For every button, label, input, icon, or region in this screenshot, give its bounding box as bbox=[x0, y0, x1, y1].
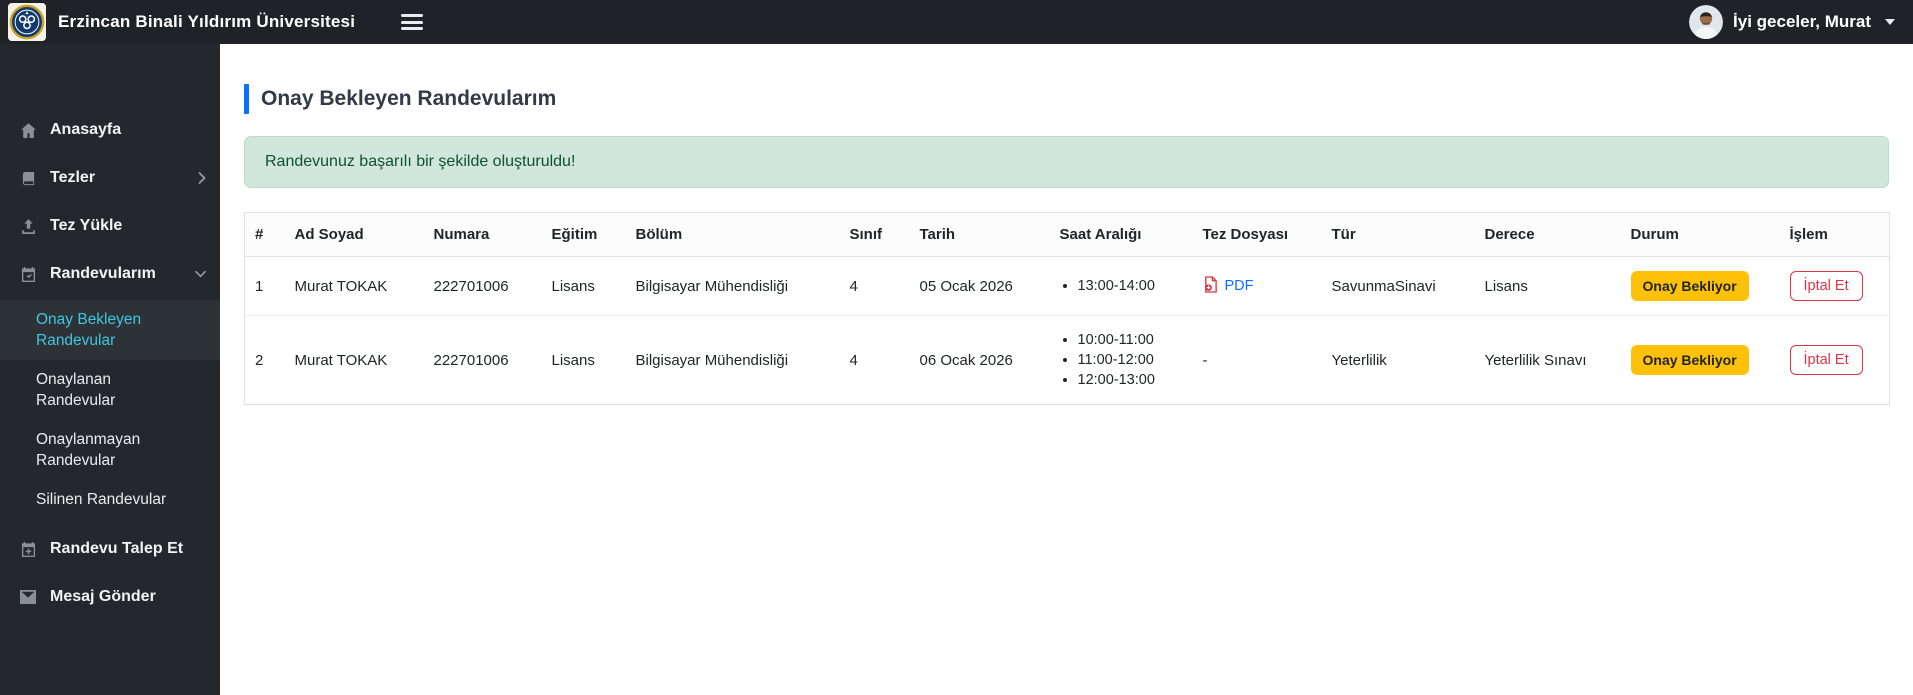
university-logo-icon bbox=[8, 3, 46, 41]
time-slot: 12:00-13:00 bbox=[1078, 370, 1183, 390]
sidebar-item-label: Tez Yükle bbox=[50, 217, 123, 234]
column-header: Ad Soyad bbox=[284, 212, 424, 257]
cell-date: 05 Ocak 2026 bbox=[909, 256, 1050, 316]
sidebar-item-onaylanan-randevular[interactable]: Onaylanan Randevular bbox=[0, 360, 220, 420]
cell-action: İptal Et bbox=[1779, 256, 1890, 316]
time-slot: 11:00-12:00 bbox=[1078, 350, 1183, 370]
cell-index: 2 bbox=[244, 315, 285, 405]
cell-thesis-file: PDF bbox=[1192, 256, 1322, 316]
submenu-randevularim: Onay Bekleyen Randevular Onaylanan Randev… bbox=[0, 298, 220, 525]
cell-class: 4 bbox=[839, 315, 910, 405]
cell-education: Lisans bbox=[541, 256, 626, 316]
sidebar-item-silinen-randevular[interactable]: Silinen Randevular bbox=[0, 480, 220, 519]
column-header: Derece bbox=[1474, 212, 1621, 257]
time-slot: 13:00-14:00 bbox=[1078, 276, 1183, 296]
status-badge: Onay Bekliyor bbox=[1630, 271, 1749, 301]
cell-department: Bilgisayar Mühendisliği bbox=[625, 315, 840, 405]
table-row: 2 Murat TOKAK 222701006 Lisans Bilgisayar Mü… bbox=[244, 315, 1890, 405]
brand-link[interactable]: Erzincan Binali Yıldırım Üniversitesi bbox=[8, 3, 355, 41]
cell-number: 222701006 bbox=[423, 315, 542, 405]
sidebar-item-onay-bekleyen-randevular[interactable]: Onay Bekleyen Randevular bbox=[0, 300, 220, 360]
cell-time-slots: 10:00-11:0011:00-12:0012:00-13:00 bbox=[1049, 315, 1193, 405]
cell-number: 222701006 bbox=[423, 256, 542, 316]
cell-name: Murat TOKAK bbox=[284, 315, 424, 405]
avatar bbox=[1689, 5, 1724, 39]
cell-degree: Lisans bbox=[1474, 256, 1621, 316]
column-header: Sınıf bbox=[839, 212, 910, 257]
cell-index: 1 bbox=[244, 256, 285, 316]
cell-name: Murat TOKAK bbox=[284, 256, 424, 316]
upload-icon bbox=[18, 218, 38, 235]
success-alert: Randevunuz başarılı bir şekilde oluşturu… bbox=[244, 136, 1889, 188]
cell-type: SavunmaSinavi bbox=[1321, 256, 1475, 316]
status-badge: Onay Bekliyor bbox=[1630, 345, 1749, 375]
column-header: Tür bbox=[1321, 212, 1475, 257]
sidebar-item-tez-yukle[interactable]: Tez Yükle bbox=[0, 202, 220, 250]
home-icon bbox=[18, 122, 38, 139]
time-slot-list: 13:00-14:00 bbox=[1060, 276, 1183, 296]
envelope-icon bbox=[18, 590, 38, 604]
column-header: İşlem bbox=[1779, 212, 1890, 257]
sidebar-item-mesaj-gonder[interactable]: Mesaj Gönder bbox=[0, 573, 220, 621]
column-header: Durum bbox=[1620, 212, 1780, 257]
column-header: Tarih bbox=[909, 212, 1050, 257]
cell-department: Bilgisayar Mühendisliği bbox=[625, 256, 840, 316]
sidebar-item-label: Anasayfa bbox=[50, 121, 122, 138]
sidebar-item-label: Mesaj Gönder bbox=[50, 588, 156, 605]
calendar-plus-icon bbox=[18, 541, 38, 557]
cancel-appointment-button[interactable]: İptal Et bbox=[1789, 345, 1863, 375]
main-content: Onay Bekleyen Randevularım Randevunuz ba… bbox=[220, 44, 1913, 695]
cell-class: 4 bbox=[839, 256, 910, 316]
page-title-text: Onay Bekleyen Randevularım bbox=[261, 87, 557, 110]
column-header: Numara bbox=[423, 212, 542, 257]
cancel-appointment-button[interactable]: İptal Et bbox=[1789, 271, 1863, 301]
sidebar-item-tezler[interactable]: Tezler bbox=[0, 154, 220, 202]
user-greeting: İyi geceler, Murat bbox=[1733, 12, 1871, 31]
cell-action: İptal Et bbox=[1779, 315, 1890, 405]
sidebar-item-anasayfa[interactable]: Anasayfa bbox=[0, 106, 220, 154]
cell-type: Yeterlilik bbox=[1321, 315, 1475, 405]
chevron-right-icon bbox=[198, 172, 206, 184]
pdf-file-icon bbox=[1203, 275, 1218, 297]
cell-thesis-file: - bbox=[1192, 315, 1322, 405]
calendar-check-icon bbox=[18, 266, 38, 282]
table-header-row: # Ad Soyad Numara Eğitim Bölüm Sınıf Tarih Saat… bbox=[244, 212, 1890, 257]
sidebar-item-onaylanmayan-randevular[interactable]: Onaylanmayan Randevular bbox=[0, 420, 220, 480]
sidebar-item-label: Randevularım bbox=[50, 265, 156, 282]
time-slot-list: 10:00-11:0011:00-12:0012:00-13:00 bbox=[1060, 330, 1183, 390]
cell-date: 06 Ocak 2026 bbox=[909, 315, 1050, 405]
page-title: Onay Bekleyen Randevularım bbox=[244, 84, 1889, 114]
table-row: 1 Murat TOKAK 222701006 Lisans Bilgisayar Mü… bbox=[244, 256, 1890, 316]
column-header: Tez Dosyası bbox=[1192, 212, 1322, 257]
column-header: Bölüm bbox=[625, 212, 840, 257]
appointments-table: # Ad Soyad Numara Eğitim Bölüm Sınıf Tarih Saat… bbox=[244, 212, 1890, 405]
sidebar-item-randevu-talep-et[interactable]: Randevu Talep Et bbox=[0, 525, 220, 573]
chevron-down-icon bbox=[1885, 19, 1895, 25]
user-menu[interactable]: İyi geceler, Murat bbox=[1689, 5, 1895, 39]
cell-degree: Yeterlilik Sınavı bbox=[1474, 315, 1621, 405]
book-icon bbox=[18, 171, 38, 186]
sidebar-item-randevularim[interactable]: Randevularım bbox=[0, 250, 220, 298]
app-title: Erzincan Binali Yıldırım Üniversitesi bbox=[58, 12, 356, 31]
cell-time-slots: 13:00-14:00 bbox=[1049, 256, 1193, 316]
time-slot: 10:00-11:00 bbox=[1078, 330, 1183, 350]
sidebar-item-label: Tezler bbox=[50, 169, 96, 186]
column-header: Eğitim bbox=[541, 212, 626, 257]
column-header: Saat Aralığı bbox=[1049, 212, 1193, 257]
title-accent-bar bbox=[244, 84, 249, 114]
chevron-down-icon bbox=[195, 270, 206, 278]
cell-status: Onay Bekliyor bbox=[1620, 256, 1780, 316]
menu-toggle-icon[interactable] bbox=[401, 14, 424, 30]
sidebar-item-label: Randevu Talep Et bbox=[50, 540, 184, 557]
column-header: # bbox=[244, 212, 285, 257]
sidebar: Anasayfa Tezler Tez Yükle Randevularım Onay … bbox=[0, 44, 220, 695]
pdf-link[interactable]: PDF bbox=[1225, 278, 1254, 294]
top-navbar: Erzincan Binali Yıldırım Üniversitesi İy… bbox=[0, 0, 1913, 44]
cell-education: Lisans bbox=[541, 315, 626, 405]
cell-status: Onay Bekliyor bbox=[1620, 315, 1780, 405]
